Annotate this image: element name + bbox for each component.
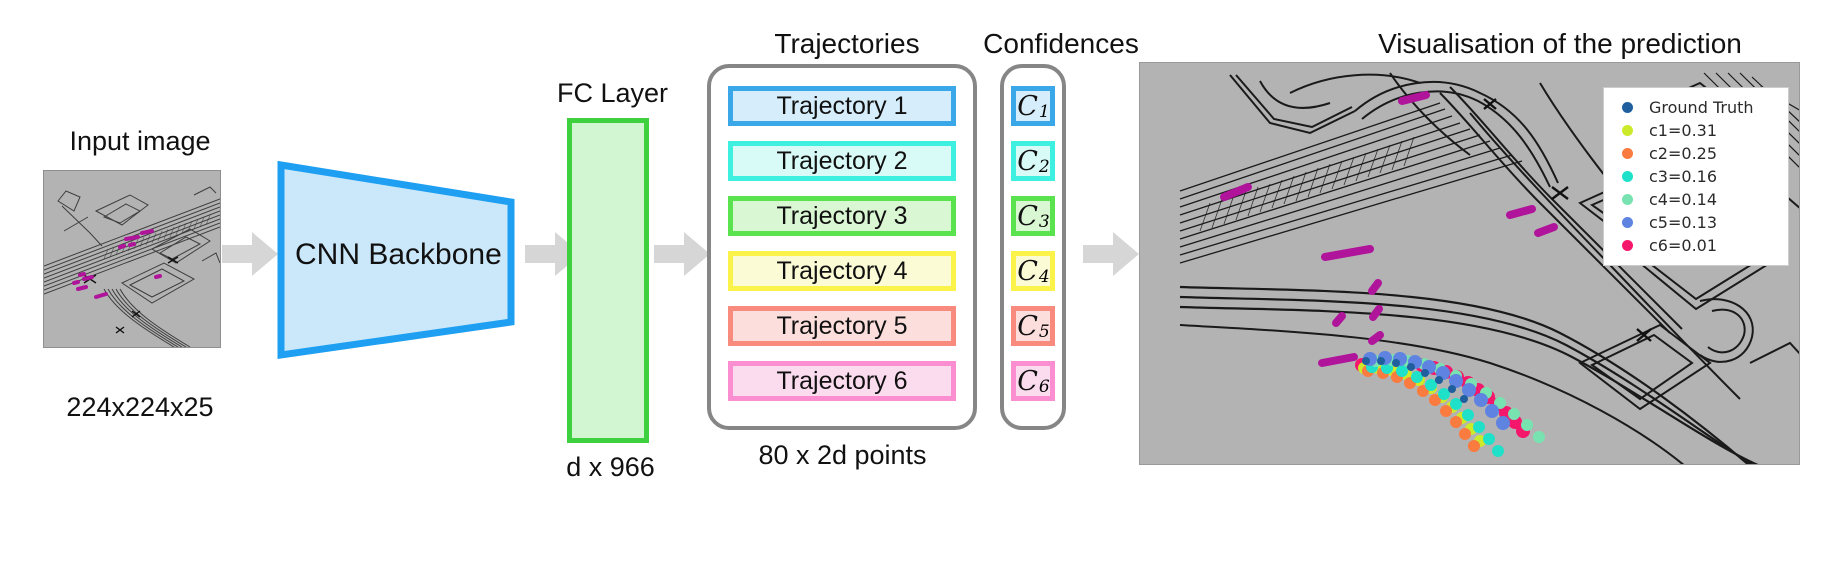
legend-row: c5=0.13 <box>1614 211 1774 234</box>
legend-row: c2=0.25 <box>1614 142 1774 165</box>
legend-row: c4=0.14 <box>1614 188 1774 211</box>
trajectory-chip-4[interactable]: Trajectory 4 <box>728 251 956 291</box>
dot-marker-icon <box>1622 240 1633 251</box>
dot-marker-icon <box>1622 217 1633 228</box>
confidence-subscript: 3 <box>1038 212 1050 232</box>
trajectory-chip-2[interactable]: Trajectory 2 <box>728 141 956 181</box>
dot-marker-icon <box>1622 102 1633 113</box>
trajectories-title: Trajectories <box>774 28 920 59</box>
trajectory-chip-3[interactable]: Trajectory 3 <box>728 196 956 236</box>
confidence-subscript: 5 <box>1038 322 1050 342</box>
confidence-symbol: C <box>1017 90 1038 122</box>
input-image-thumbnail <box>43 170 221 348</box>
confidence-symbol: C <box>1017 365 1038 397</box>
legend-label: c3=0.16 <box>1649 167 1718 186</box>
legend-label: c5=0.13 <box>1649 213 1718 232</box>
confidence-subscript: 4 <box>1038 267 1050 287</box>
confidence-symbol: C <box>1017 255 1038 287</box>
confidences-title: Confidences <box>983 28 1139 59</box>
dot-marker-icon <box>1622 171 1633 182</box>
diagram-canvas: Input image 224x224x25 CNN Backbone FC L… <box>0 0 1830 583</box>
legend-label: c1=0.31 <box>1649 121 1718 140</box>
legend-label: c2=0.25 <box>1649 144 1718 163</box>
input-image-title: Input image <box>69 126 211 156</box>
confidence-chip-2[interactable]: C2 <box>1011 141 1055 181</box>
legend-row: c1=0.31 <box>1614 119 1774 142</box>
confidence-subscript: 2 <box>1038 157 1050 177</box>
confidence-symbol: C <box>1017 200 1038 232</box>
legend-row: Ground Truth <box>1614 96 1774 119</box>
legend-label: c4=0.14 <box>1649 190 1718 209</box>
confidence-chip-5[interactable]: C5 <box>1011 306 1055 346</box>
right-arrow-icon <box>1083 232 1139 276</box>
cnn-backbone-label: CNN Backbone <box>295 238 502 271</box>
confidence-chip-6[interactable]: C6 <box>1011 361 1055 401</box>
legend-label: c6=0.01 <box>1649 236 1718 255</box>
points-shape-label: 80 x 2d points <box>758 440 927 470</box>
input-shape-label: 224x224x25 <box>66 392 214 422</box>
right-arrow-icon <box>222 232 278 276</box>
trajectory-chip-5[interactable]: Trajectory 5 <box>728 306 956 346</box>
dot-marker-icon <box>1622 125 1633 136</box>
right-arrow-icon <box>654 232 710 276</box>
confidence-chip-3[interactable]: C3 <box>1011 196 1055 236</box>
trajectory-chip-6[interactable]: Trajectory 6 <box>728 361 956 401</box>
fc-layer-block[interactable] <box>567 118 649 443</box>
confidence-chip-1[interactable]: C1 <box>1011 86 1055 126</box>
fc-layer-title: FC Layer <box>556 78 669 108</box>
confidence-chip-4[interactable]: C4 <box>1011 251 1055 291</box>
confidence-subscript: 1 <box>1038 102 1050 122</box>
dot-marker-icon <box>1622 148 1633 159</box>
confidence-subscript: 6 <box>1038 377 1050 397</box>
confidence-symbol: C <box>1017 145 1038 177</box>
trajectory-chip-1[interactable]: Trajectory 1 <box>728 86 956 126</box>
dot-marker-icon <box>1622 194 1633 205</box>
legend-row: c6=0.01 <box>1614 234 1774 257</box>
prediction-legend: Ground Truth c1=0.31 c2=0.25 c3=0.16 c4=0.14… <box>1603 87 1789 266</box>
fc-shape-label: d x 966 <box>566 452 655 482</box>
prediction-visualisation[interactable]: Ground Truth c1=0.31 c2=0.25 c3=0.16 c4=0.14… <box>1139 62 1800 465</box>
legend-label: Ground Truth <box>1649 98 1754 117</box>
visualisation-title: Visualisation of the prediction <box>1378 28 1742 59</box>
legend-row: c3=0.16 <box>1614 165 1774 188</box>
confidence-symbol: C <box>1017 310 1038 342</box>
